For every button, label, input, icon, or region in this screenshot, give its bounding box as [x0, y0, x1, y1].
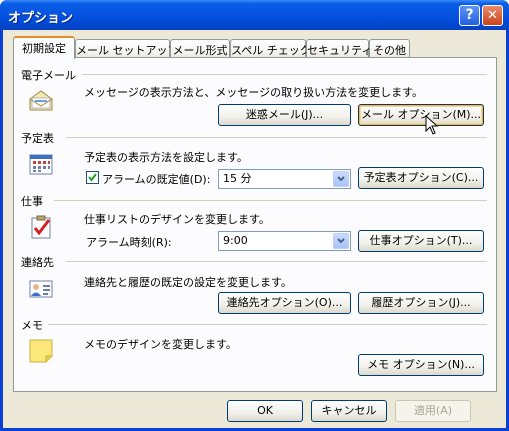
help-button[interactable]: ?	[459, 5, 480, 26]
contacts-description: 連絡先と履歴の既定の設定を変更します。	[84, 276, 292, 289]
tab-panel: 電子メール メッセージの表示方法と、メッセージの取り扱い方法を変更します。 迷惑…	[13, 57, 497, 392]
sticky-note-icon	[29, 339, 53, 363]
task-checklist-icon	[31, 215, 51, 239]
email-heading: 電子メール	[21, 69, 76, 82]
journal-options-button[interactable]: 履歴オプション(J)...	[358, 292, 484, 314]
tab-spelling[interactable]: スペル チェック	[230, 39, 311, 58]
note-options-button[interactable]: メモ オプション(N)...	[358, 354, 484, 376]
reminder-time-label: アラーム時刻(R):	[86, 236, 172, 249]
title-bar[interactable]: オプション ? ✕	[0, 0, 509, 30]
reminder-time-value: 9:00	[223, 234, 248, 247]
reminder-label: アラームの既定値(D):	[102, 173, 211, 186]
mouse-cursor-icon	[425, 115, 439, 135]
divider	[66, 137, 487, 138]
divider	[66, 261, 487, 262]
window-title: オプション	[8, 11, 74, 26]
tasks-heading: 仕事	[21, 195, 43, 208]
junk-email-button[interactable]: 迷惑メール(J)...	[218, 104, 351, 126]
divider	[54, 200, 487, 201]
close-button[interactable]: ✕	[482, 5, 503, 26]
options-dialog: オプション ? ✕ 初期設定 メール セットアップ メール形式 スペル チェック…	[0, 0, 509, 431]
email-description: メッセージの表示方法と、メッセージの取り扱い方法を変更します。	[84, 86, 424, 99]
tab-mail-setup[interactable]: メール セットアップ	[75, 39, 179, 58]
contact-options-button[interactable]: 連絡先オプション(O)...	[218, 292, 351, 314]
envelope-icon	[29, 90, 53, 111]
dialog-client: 初期設定 メール セットアップ メール形式 スペル チェック セキュリティ その…	[3, 30, 506, 428]
reminder-dropdown[interactable]: 15 分	[218, 169, 351, 189]
chevron-down-icon[interactable]	[333, 171, 349, 187]
calendar-options-button[interactable]: 予定表オプション(C)...	[358, 167, 484, 189]
checkmark-icon	[88, 173, 97, 182]
tab-preferences[interactable]: 初期設定	[13, 36, 75, 59]
calendar-icon	[29, 154, 53, 175]
tab-mail-format[interactable]: メール形式	[170, 39, 230, 58]
mail-options-button[interactable]: メール オプション(M)...	[358, 104, 484, 126]
calendar-heading: 予定表	[21, 132, 54, 145]
contacts-heading: 連絡先	[21, 256, 54, 269]
apply-button[interactable]: 適用(A)	[395, 400, 471, 422]
chevron-down-icon[interactable]	[333, 233, 349, 249]
reminder-value: 15 分	[223, 172, 252, 185]
ok-button[interactable]: OK	[227, 400, 303, 422]
notes-description: メモのデザインを変更します。	[84, 338, 237, 351]
divider	[82, 74, 487, 75]
task-options-button[interactable]: 仕事オプション(T)...	[358, 230, 484, 252]
reminder-time-dropdown[interactable]: 9:00	[218, 231, 351, 251]
contact-card-icon	[29, 280, 53, 298]
cancel-button[interactable]: キャンセル	[311, 400, 387, 422]
tab-security[interactable]: セキュリティ	[306, 39, 372, 58]
reminder-checkbox[interactable]	[86, 171, 99, 184]
tasks-description: 仕事リストのデザインを変更します。	[84, 213, 270, 226]
divider	[48, 324, 487, 325]
tab-other[interactable]: その他	[369, 39, 410, 58]
notes-heading: メモ	[21, 319, 43, 332]
calendar-description: 予定表の表示方法を設定します。	[84, 151, 248, 164]
